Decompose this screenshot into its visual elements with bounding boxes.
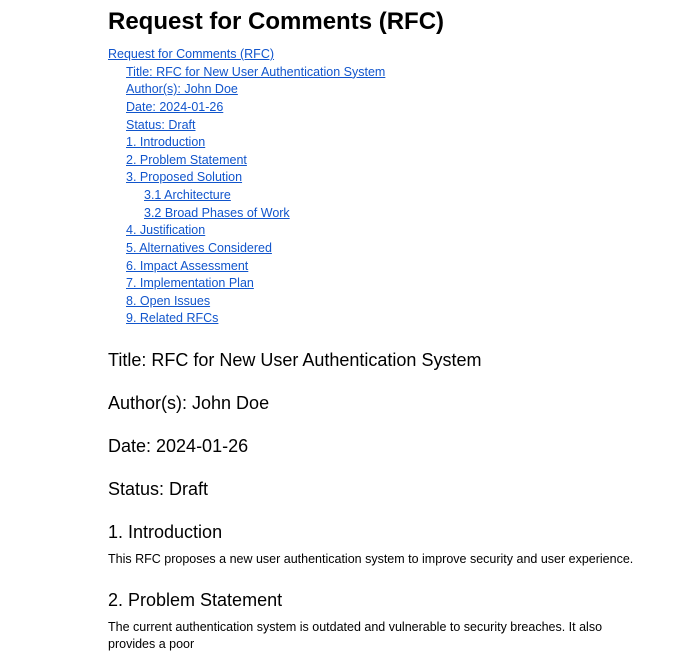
toc-link-root[interactable]: Request for Comments (RFC) xyxy=(108,46,274,64)
toc-link-date[interactable]: Date: 2024-01-26 xyxy=(126,99,223,117)
toc-link-open-issues[interactable]: 8. Open Issues xyxy=(126,293,210,311)
toc-link-proposed-solution[interactable]: 3. Proposed Solution xyxy=(126,169,242,187)
toc-link-related-rfcs[interactable]: 9. Related RFCs xyxy=(126,310,218,328)
toc-link-author[interactable]: Author(s): John Doe xyxy=(126,81,238,99)
toc-link-justification[interactable]: 4. Justification xyxy=(126,222,205,240)
document-page: Request for Comments (RFC) Request for C… xyxy=(0,0,680,653)
text-introduction: This RFC proposes a new user authenticat… xyxy=(108,551,640,568)
toc-link-introduction[interactable]: 1. Introduction xyxy=(126,134,205,152)
toc-link-problem-statement[interactable]: 2. Problem Statement xyxy=(126,152,247,170)
toc-link-implementation[interactable]: 7. Implementation Plan xyxy=(126,275,254,293)
heading-status: Status: Draft xyxy=(108,479,640,500)
toc-link-impact[interactable]: 6. Impact Assessment xyxy=(126,258,248,276)
text-problem-statement: The current authentication system is out… xyxy=(108,619,640,653)
heading-problem-statement: 2. Problem Statement xyxy=(108,590,640,611)
page-title: Request for Comments (RFC) xyxy=(108,8,640,36)
toc-link-alternatives[interactable]: 5. Alternatives Considered xyxy=(126,240,272,258)
heading-introduction: 1. Introduction xyxy=(108,522,640,543)
toc-link-architecture[interactable]: 3.1 Architecture xyxy=(144,187,231,205)
table-of-contents: Request for Comments (RFC) Title: RFC fo… xyxy=(108,46,640,328)
heading-author: Author(s): John Doe xyxy=(108,393,640,414)
heading-date: Date: 2024-01-26 xyxy=(108,436,640,457)
toc-link-phases[interactable]: 3.2 Broad Phases of Work xyxy=(144,205,290,223)
heading-title: Title: RFC for New User Authentication S… xyxy=(108,350,640,371)
toc-link-title[interactable]: Title: RFC for New User Authentication S… xyxy=(126,64,385,82)
toc-link-status[interactable]: Status: Draft xyxy=(126,117,195,135)
